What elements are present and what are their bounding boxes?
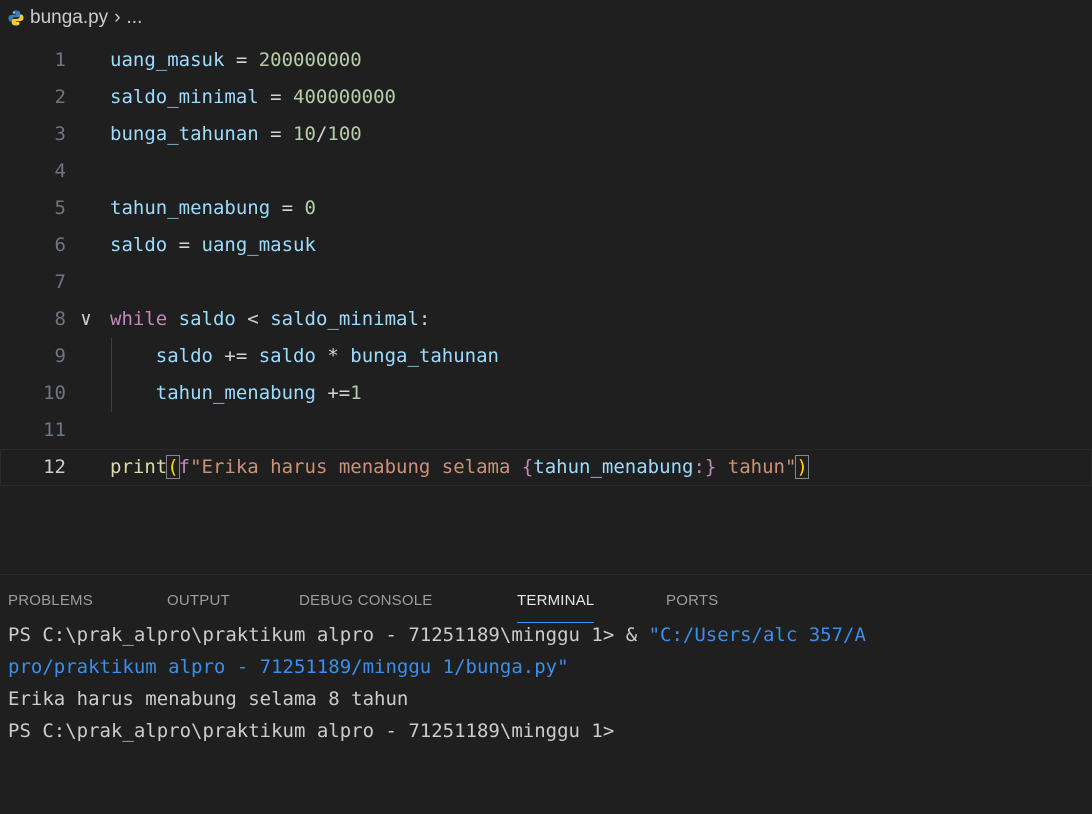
line-number: 6	[54, 234, 66, 256]
code-line[interactable]: 2 saldo_minimal = 400000000	[0, 79, 1092, 116]
code-token: /	[315, 123, 328, 145]
code-token: "Erika harus menabung selama	[190, 456, 522, 478]
terminal-text: pro/praktikum alpro - 71251189/minggu 1/…	[8, 656, 569, 678]
line-number: 2	[54, 86, 66, 108]
code-token: 100	[327, 123, 362, 145]
code-text: saldo += saldo * bunga_tahunan	[110, 338, 499, 375]
code-token: f	[178, 456, 191, 478]
line-number: 1	[54, 49, 66, 71]
code-token: 10	[293, 123, 316, 145]
line-number: 7	[54, 271, 66, 293]
terminal-text: PS C:\prak_alpro\praktikum alpro - 71251…	[8, 624, 649, 646]
code-token: =	[270, 197, 305, 219]
terminal-text: PS C:\prak_alpro\praktikum alpro - 71251…	[8, 720, 615, 742]
code-text: while saldo < saldo_minimal:	[110, 301, 430, 338]
code-token: 400000000	[293, 86, 396, 108]
breadcrumb-symbols[interactable]: ...	[127, 7, 143, 29]
code-token: saldo	[110, 234, 168, 256]
code-token: <	[235, 308, 271, 330]
code-token: {	[521, 456, 534, 478]
code-text: print(f"Erika harus menabung selama {tah…	[110, 449, 809, 486]
line-number: 3	[54, 123, 66, 145]
breadcrumb-file[interactable]: bunga.py	[30, 7, 108, 29]
terminal-line: pro/praktikum alpro - 71251189/minggu 1/…	[8, 651, 569, 683]
tab-ports[interactable]: PORTS	[666, 592, 718, 622]
code-text: bunga_tahunan = 10/100	[110, 116, 362, 153]
terminal-line: Erika harus menabung selama 8 tahun	[8, 683, 408, 715]
code-token: bunga_tahunan	[110, 123, 259, 145]
code-editor[interactable]: 1 uang_masuk = 200000000 2 saldo_minimal = …	[0, 42, 1092, 522]
code-token: +=	[212, 345, 259, 367]
matched-bracket: (	[166, 455, 180, 479]
code-token: tahun_menabung	[155, 382, 316, 404]
line-number: 11	[43, 419, 66, 441]
terminal-line: PS C:\prak_alpro\praktikum alpro - 71251…	[8, 715, 614, 747]
code-token: 200000000	[258, 49, 362, 71]
code-line[interactable]: 6 saldo = uang_masuk	[0, 227, 1092, 264]
code-token: :}	[693, 456, 717, 478]
bottom-panel: PROBLEMS OUTPUT DEBUG CONSOLE TERMINAL P…	[0, 574, 1092, 814]
code-text: saldo_minimal = 400000000	[110, 79, 396, 116]
code-token: uang_masuk	[201, 234, 316, 256]
code-token: saldo	[258, 345, 316, 367]
terminal-text: "C:/Users/alc 357/A	[648, 624, 866, 646]
code-token: saldo_minimal	[110, 86, 259, 108]
code-token: =	[224, 49, 259, 71]
code-token: saldo	[155, 345, 213, 367]
code-token: =	[167, 234, 202, 256]
code-token: =	[258, 123, 294, 145]
python-icon	[4, 6, 28, 30]
code-line[interactable]: 7	[0, 264, 1092, 301]
code-line[interactable]: 4	[0, 153, 1092, 190]
code-line[interactable]: 12 print(f"Erika harus menabung selama {t…	[0, 449, 1092, 486]
code-token: tahun"	[716, 456, 797, 478]
code-token: +=	[315, 382, 351, 404]
tab-problems[interactable]: PROBLEMS	[8, 592, 93, 622]
code-token: uang_masuk	[110, 49, 225, 71]
breadcrumb-separator: ›	[114, 7, 121, 28]
code-line[interactable]: 8 ∨ while saldo < saldo_minimal:	[0, 301, 1092, 338]
code-line[interactable]: 11	[0, 412, 1092, 449]
code-text: tahun_menabung = 0	[110, 190, 316, 227]
indent-guide	[111, 338, 112, 412]
terminal-text: Erika harus menabung selama 8 tahun	[8, 688, 409, 710]
code-token: 1	[350, 382, 362, 404]
code-token: saldo_minimal	[270, 308, 419, 330]
matched-bracket: )	[795, 455, 809, 479]
code-text: saldo = uang_masuk	[110, 227, 316, 264]
code-token: tahun_menabung	[533, 456, 694, 478]
code-token: print	[110, 456, 168, 478]
chevron-down-icon[interactable]: ∨	[76, 301, 96, 338]
code-token: tahun_menabung	[110, 197, 271, 219]
line-number: 4	[54, 160, 66, 182]
tab-debug-console[interactable]: DEBUG CONSOLE	[299, 592, 432, 622]
code-token: :	[418, 308, 431, 330]
code-text: tahun_menabung +=1	[110, 375, 362, 412]
line-number: 9	[54, 345, 66, 367]
terminal-line: PS C:\prak_alpro\praktikum alpro - 71251…	[8, 619, 866, 651]
code-token: while	[110, 308, 168, 330]
code-token: bunga_tahunan	[350, 345, 499, 367]
code-token: =	[258, 86, 294, 108]
code-line[interactable]: 5 tahun_menabung = 0	[0, 190, 1092, 227]
code-token: 0	[304, 197, 316, 219]
code-line[interactable]: 10 tahun_menabung +=1	[0, 375, 1092, 412]
line-number: 12	[43, 456, 66, 478]
line-number: 8	[54, 308, 66, 330]
line-number: 5	[54, 197, 66, 219]
code-token: saldo	[178, 308, 236, 330]
code-line[interactable]: 3 bunga_tahunan = 10/100	[0, 116, 1092, 153]
code-text: uang_masuk = 200000000	[110, 42, 362, 79]
code-line[interactable]: 9 saldo += saldo * bunga_tahunan	[0, 338, 1092, 375]
breadcrumb: bunga.py › ...	[0, 0, 1092, 36]
code-token: *	[315, 345, 351, 367]
tab-output[interactable]: OUTPUT	[167, 592, 230, 622]
code-line[interactable]: 1 uang_masuk = 200000000	[0, 42, 1092, 79]
line-number: 10	[43, 382, 66, 404]
